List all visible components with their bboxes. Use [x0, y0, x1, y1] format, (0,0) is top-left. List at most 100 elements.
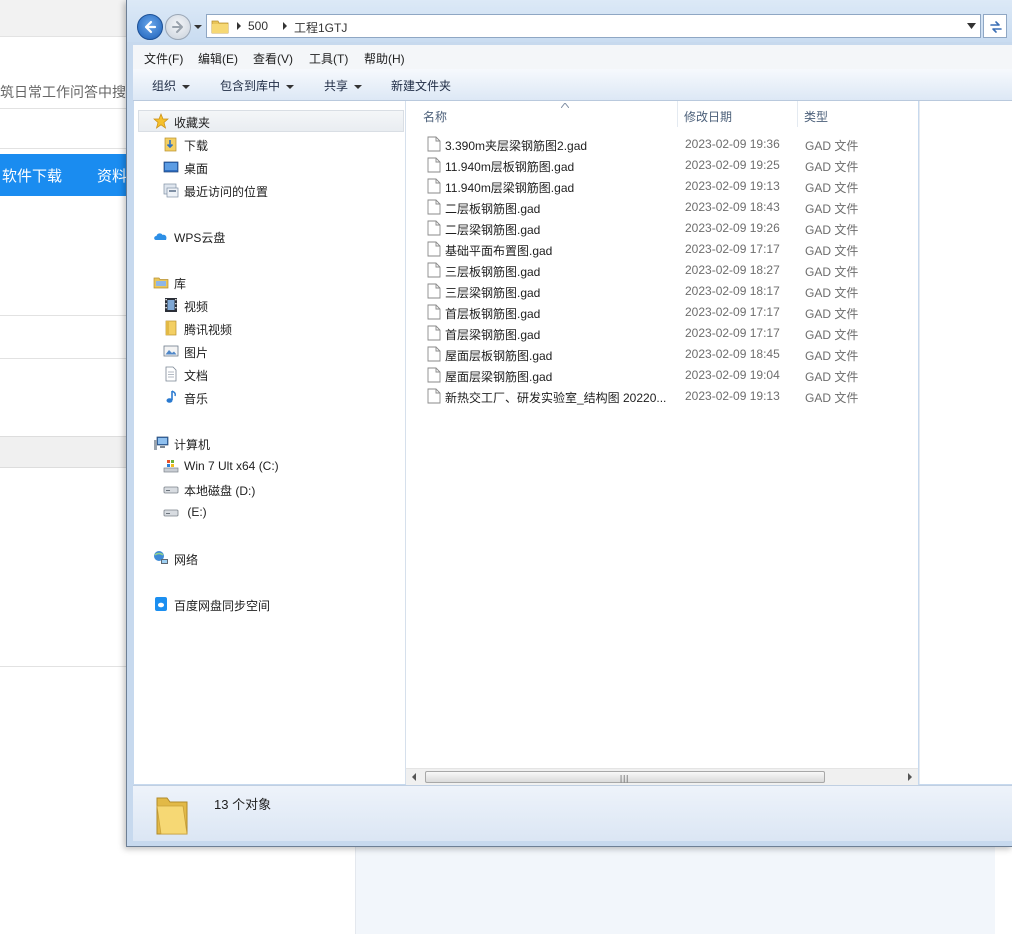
menu-help[interactable]: 帮助(H) — [364, 50, 405, 67]
column-header-type[interactable]: 类型 — [804, 101, 914, 127]
menu-tools[interactable]: 工具(T) — [309, 50, 348, 67]
file-icon — [427, 241, 441, 257]
background-search-hint: 筑日常工作问答中搜 — [0, 84, 126, 100]
file-row[interactable]: 首层梁钢筋图.gad 2023-02-09 17:17 GAD 文件 — [406, 323, 916, 344]
file-type: GAD 文件 — [805, 139, 859, 153]
file-icon — [427, 325, 441, 341]
menu-file[interactable]: 文件(F) — [144, 50, 183, 67]
nav-label: 最近访问的位置 — [184, 185, 269, 199]
refresh-icon — [990, 21, 1002, 33]
computer-icon — [154, 436, 169, 450]
file-row[interactable]: 11.940m层梁钢筋图.gad 2023-02-09 19:13 GAD 文件 — [406, 176, 916, 197]
file-row[interactable]: 首层板钢筋图.gad 2023-02-09 17:17 GAD 文件 — [406, 302, 916, 323]
file-icon — [427, 346, 441, 362]
breadcrumb-item-project[interactable]: 工程1GTJ — [294, 19, 347, 36]
file-row[interactable]: 三层板钢筋图.gad 2023-02-09 18:27 GAD 文件 — [406, 260, 916, 281]
column-divider[interactable] — [677, 101, 678, 127]
drive-icon — [163, 509, 179, 517]
file-type: GAD 文件 — [805, 160, 859, 174]
drive-icon — [163, 486, 179, 494]
file-row[interactable]: 新热交工厂、研发实验室_结构图 20220... 2023-02-09 19:13… — [406, 386, 916, 407]
file-icon — [427, 199, 441, 215]
file-modified-date: 2023-02-09 19:13 — [685, 179, 780, 193]
file-name: 屋面层梁钢筋图.gad — [445, 370, 553, 384]
scroll-right-arrow-icon[interactable] — [908, 773, 912, 781]
file-row[interactable]: 基础平面布置图.gad 2023-02-09 17:17 GAD 文件 — [406, 239, 916, 260]
nav-label: Win 7 Ult x64 (C:) — [184, 459, 279, 473]
back-arrow-icon — [144, 20, 157, 34]
background-grey-strip — [0, 436, 130, 468]
column-header-name[interactable]: 名称 — [423, 101, 677, 127]
system-drive-icon — [163, 460, 179, 473]
file-name: 二层板钢筋图.gad — [445, 202, 541, 216]
menu-edit[interactable]: 编辑(E) — [198, 50, 238, 67]
file-modified-date: 2023-02-09 17:17 — [685, 305, 780, 319]
file-type: GAD 文件 — [805, 307, 859, 321]
include-in-library-button[interactable]: 包含到库中 — [220, 77, 295, 94]
nav-link-software-download[interactable]: 软件下载 — [2, 165, 62, 186]
file-type: GAD 文件 — [805, 202, 859, 216]
address-bar-area: 500 工程1GTJ — [127, 0, 1012, 42]
address-dropdown-icon[interactable] — [967, 23, 976, 29]
file-name: 二层梁钢筋图.gad — [445, 223, 541, 237]
file-row[interactable]: 3.390m夹层梁钢筋图2.gad 2023-02-09 19:36 GAD 文件 — [406, 134, 916, 155]
column-header-date[interactable]: 修改日期 — [684, 101, 797, 127]
command-bar: 组织 包含到库中 共享 新建文件夹 — [133, 69, 1012, 101]
file-row[interactable]: 二层板钢筋图.gad 2023-02-09 18:43 GAD 文件 — [406, 197, 916, 218]
file-icon — [427, 388, 441, 404]
background-side-panel — [355, 846, 996, 934]
share-button[interactable]: 共享 — [324, 77, 363, 94]
scroll-left-arrow-icon[interactable] — [412, 773, 416, 781]
organize-label: 组织 — [152, 79, 177, 93]
file-icon — [427, 220, 441, 236]
history-dropdown-icon[interactable] — [193, 22, 203, 32]
back-button[interactable] — [137, 14, 163, 40]
file-row[interactable]: 二层梁钢筋图.gad 2023-02-09 19:26 GAD 文件 — [406, 218, 916, 239]
file-name: 基础平面布置图.gad — [445, 244, 553, 258]
file-row[interactable]: 屋面层梁钢筋图.gad 2023-02-09 19:04 GAD 文件 — [406, 365, 916, 386]
file-type: GAD 文件 — [805, 286, 859, 300]
column-divider[interactable] — [797, 101, 798, 127]
explorer-window: 500 工程1GTJ 文件(F) 编辑(E) 查看(V) 工具(T) 帮助(H)… — [126, 0, 1012, 847]
horizontal-scrollbar[interactable]: ||| — [406, 768, 918, 786]
refresh-button[interactable] — [983, 14, 1007, 38]
share-label: 共享 — [324, 79, 349, 93]
file-row[interactable]: 11.940m层板钢筋图.gad 2023-02-09 19:25 GAD 文件 — [406, 155, 916, 176]
chevron-down-icon — [286, 84, 295, 89]
chevron-down-icon — [182, 84, 191, 89]
cloud-icon — [154, 233, 167, 240]
file-icon — [427, 178, 441, 194]
file-row[interactable]: 屋面层板钢筋图.gad 2023-02-09 18:45 GAD 文件 — [406, 344, 916, 365]
breadcrumb-chevron-icon[interactable] — [235, 21, 243, 31]
file-type: GAD 文件 — [805, 370, 859, 384]
file-type: GAD 文件 — [805, 223, 859, 237]
nav-link-resources[interactable]: 资料 — [97, 165, 127, 186]
navigation-pane: 收藏夹 下载 桌面 最近访问的位置 WPS云盘 库 视频 腾讯视频 图片 文档 … — [134, 101, 406, 784]
file-icon — [427, 262, 441, 278]
file-name: 三层梁钢筋图.gad — [445, 286, 541, 300]
breadcrumb-chevron-icon[interactable] — [281, 21, 289, 31]
address-box[interactable]: 500 工程1GTJ — [206, 14, 981, 38]
file-row[interactable]: 三层梁钢筋图.gad 2023-02-09 18:17 GAD 文件 — [406, 281, 916, 302]
network-icon — [154, 551, 168, 564]
breadcrumb-item-500[interactable]: 500 — [248, 19, 268, 33]
baidu-netdisk-icon — [155, 597, 167, 611]
new-folder-button[interactable]: 新建文件夹 — [391, 77, 451, 94]
file-type: GAD 文件 — [805, 328, 859, 342]
file-name: 11.940m层梁钢筋图.gad — [445, 181, 575, 195]
divider — [0, 108, 130, 109]
forward-arrow-icon — [172, 21, 183, 33]
star-icon — [153, 113, 169, 129]
nav-label: 音乐 — [184, 392, 209, 406]
forward-button[interactable] — [165, 14, 191, 40]
organize-button[interactable]: 组织 — [152, 77, 191, 94]
file-name: 11.940m层板钢筋图.gad — [445, 160, 575, 174]
document-icon — [165, 366, 177, 382]
nav-label: (E:) — [184, 505, 207, 519]
preview-pane — [919, 101, 1012, 784]
file-modified-date: 2023-02-09 19:26 — [685, 221, 780, 235]
menu-view[interactable]: 查看(V) — [253, 50, 293, 67]
file-name: 3.390m夹层梁钢筋图2.gad — [445, 139, 588, 153]
recent-places-icon — [163, 183, 179, 198]
scrollbar-thumb[interactable]: ||| — [425, 771, 825, 783]
